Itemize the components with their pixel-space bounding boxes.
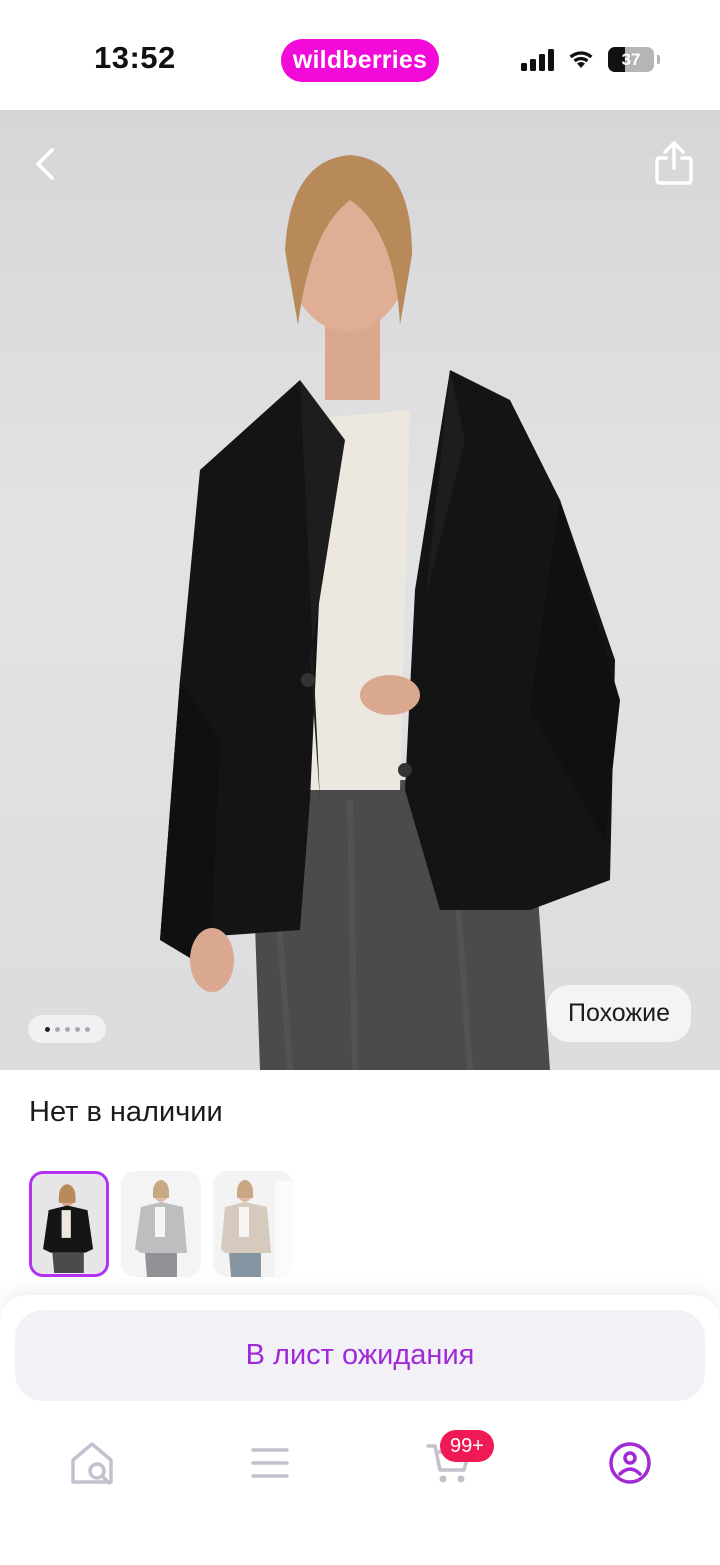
status-bar: 13:52 wildberries 37 <box>0 0 720 110</box>
battery-nub <box>657 54 660 64</box>
variant-thumb-black[interactable] <box>29 1171 109 1277</box>
gallery-pagination <box>28 1015 106 1043</box>
variant-thumb-beige[interactable] <box>213 1171 293 1277</box>
wifi-icon <box>569 51 593 68</box>
add-to-waitlist-button[interactable]: В лист ожидания <box>15 1310 705 1401</box>
page-dot <box>64 1026 70 1032</box>
page-dot <box>84 1026 90 1032</box>
system-icons: 37 <box>521 44 660 74</box>
product-image-gallery[interactable]: Похожие <box>0 110 720 1070</box>
similar-button[interactable]: Похожие <box>547 985 691 1042</box>
home-search-icon[interactable] <box>67 1438 117 1488</box>
menu-icon[interactable] <box>245 1438 295 1488</box>
thumb-black-blazer <box>32 1174 106 1274</box>
share-icon[interactable] <box>654 140 694 186</box>
brand-logo: wildberries <box>281 39 439 82</box>
page-dot <box>44 1026 50 1032</box>
profile-icon[interactable] <box>605 1438 655 1488</box>
battery-icon: 37 <box>608 46 654 72</box>
bottom-action-sheet: В лист ожидания <box>0 1295 720 1565</box>
back-icon[interactable] <box>26 144 66 184</box>
status-time: 13:52 <box>94 40 176 75</box>
bottom-tab-bar <box>0 1420 720 1505</box>
cellular-signal-icon <box>521 47 554 71</box>
thumb-grey-blazer <box>121 1171 201 1277</box>
battery-level: 37 <box>621 49 641 69</box>
variant-thumb-grey[interactable] <box>121 1171 201 1277</box>
color-variants <box>29 1171 293 1277</box>
product-photo <box>160 155 620 1070</box>
page-dot <box>54 1026 60 1032</box>
thumb-beige-blazer <box>213 1171 293 1277</box>
availability-status: Нет в наличии <box>29 1096 223 1128</box>
page-dot <box>74 1026 80 1032</box>
cart-count-badge: 99+ <box>440 1430 494 1462</box>
